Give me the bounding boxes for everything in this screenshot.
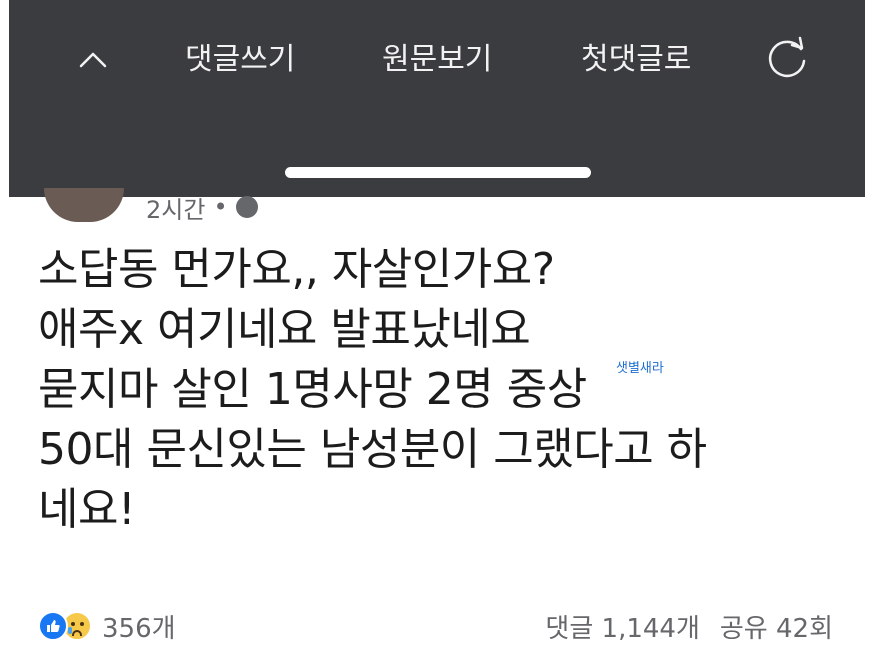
meta-separator: • (213, 193, 228, 221)
post-body: 소답동 먼가요,, 자살인가요? 애주x 여기네요 발표났네요 묻지마 살인 1… (38, 240, 838, 540)
avatar[interactable] (44, 188, 124, 222)
reaction-summary[interactable]: 356개 (38, 606, 176, 646)
post-line: 애주x 여기네요 발표났네요 (38, 304, 531, 355)
browser-toolbar: 댓글쓰기 원문보기 첫댓글로 (9, 0, 865, 197)
first-comment-button[interactable]: 첫댓글로 (581, 40, 691, 80)
post-timestamp: 2시간 (146, 195, 206, 223)
like-icon (38, 611, 68, 641)
chevron-up-icon[interactable] (73, 40, 113, 80)
write-comment-button[interactable]: 댓글쓰기 (185, 40, 295, 80)
view-original-button[interactable]: 원문보기 (382, 40, 492, 80)
post-line: 50대 문신있는 남성분이 그랬다고 하 (38, 424, 707, 475)
post-stats: 댓글 1,144개 공유 42회 (545, 606, 833, 646)
post-line: 소답동 먼가요,, 자살인가요? (38, 244, 555, 295)
globe-icon (235, 196, 258, 218)
reaction-count: 356개 (102, 613, 176, 644)
post-line: 묻지마 살인 1명사망 2명 중상 (38, 364, 587, 415)
comment-count[interactable]: 댓글 1,144개 (545, 608, 699, 645)
watermark: 샛별새라 (616, 361, 664, 376)
share-count[interactable]: 공유 42회 (720, 608, 833, 645)
home-indicator (285, 167, 591, 178)
post-meta: 2시간 • (146, 192, 258, 222)
post-line: 네요! (38, 484, 136, 535)
refresh-icon[interactable] (761, 33, 813, 85)
